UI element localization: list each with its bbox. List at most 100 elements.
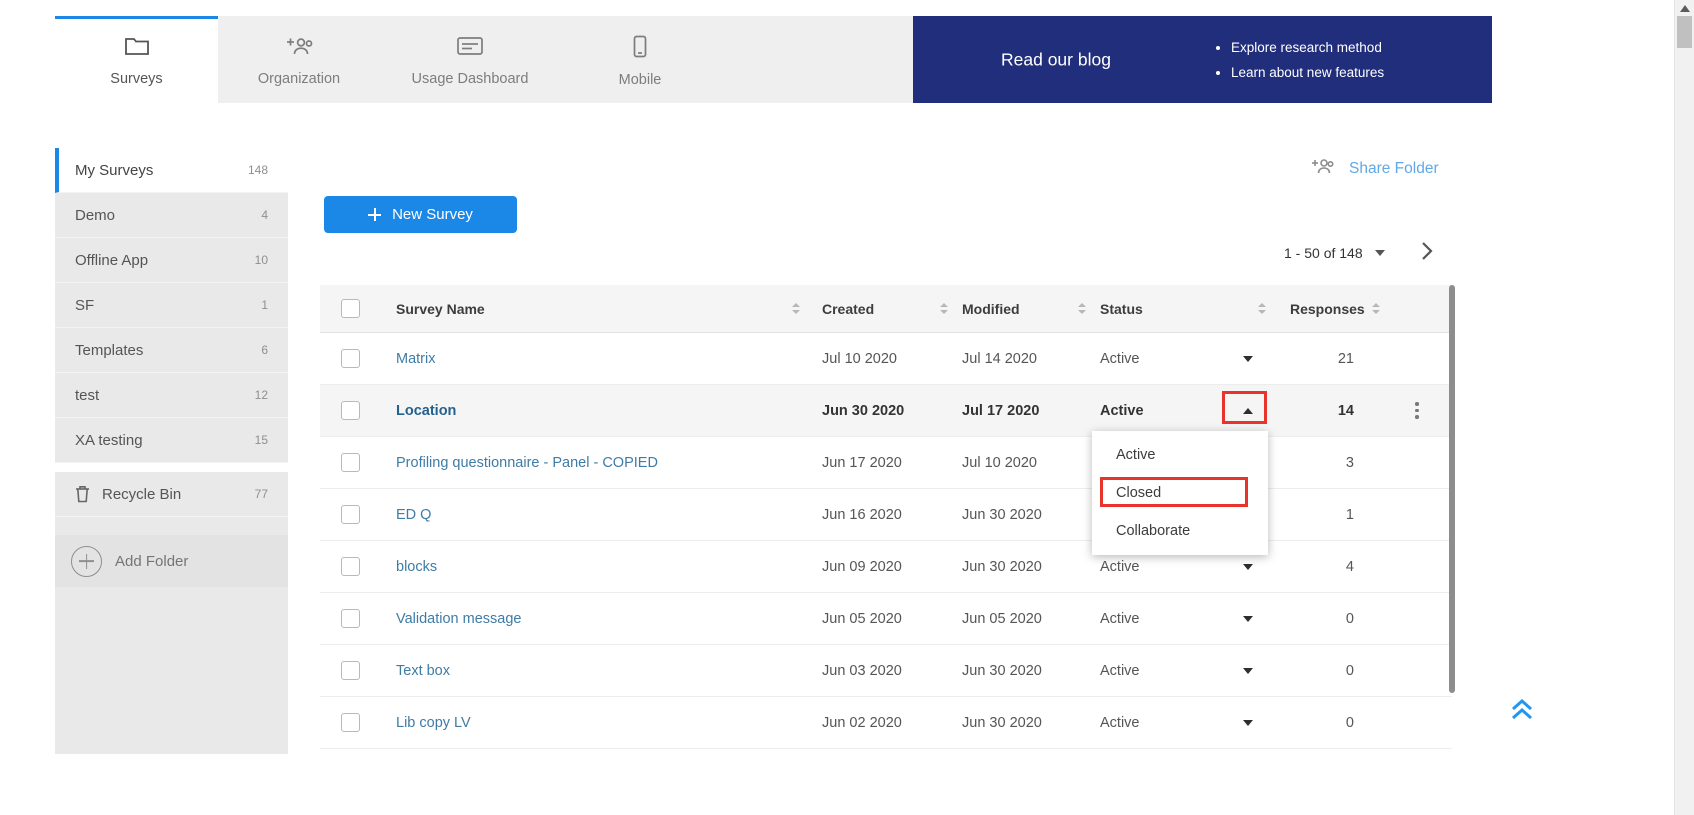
header-survey-name[interactable]: Survey Name [382,301,822,317]
recycle-bin-count: 77 [255,487,268,501]
row-checkbox[interactable] [341,401,360,420]
tab-organization[interactable]: Organization [218,16,380,103]
header-label: Created [822,301,874,317]
table-row: Lib copy LV Jun 02 2020 Jun 30 2020 Acti… [320,697,1452,749]
row-checkbox[interactable] [341,349,360,368]
plus-circle-icon [71,546,102,577]
folder-count: 15 [255,433,268,447]
next-page-button[interactable] [1420,240,1434,262]
new-survey-button[interactable]: New Survey [324,196,517,233]
survey-name-link[interactable]: Text box [396,663,450,679]
survey-name-link[interactable]: ED Q [396,507,431,523]
status-caret-open-icon[interactable] [1239,404,1257,418]
status-option-active[interactable]: Active [1092,436,1268,474]
folder-count: 6 [261,343,268,357]
nav-tabs: Surveys Organization [55,16,913,103]
table-row: blocks Jun 09 2020 Jun 30 2020 Active 4 [320,541,1452,593]
modified-cell: Jun 30 2020 [962,559,1100,575]
created-cell: Jun 03 2020 [822,663,962,679]
sidebar-item-templates[interactable]: Templates 6 [55,328,288,373]
pagination-caret-icon[interactable] [1375,250,1385,256]
survey-name-link[interactable]: Validation message [396,611,521,627]
created-cell: Jul 10 2020 [822,351,962,367]
responses-cell: 0 [1272,715,1382,731]
banner-bullet-list: Explore research method Learn about new … [1213,35,1384,85]
blog-banner[interactable]: Read our blog Explore research method Le… [913,16,1492,103]
banner-bullet: Explore research method [1231,35,1384,60]
created-cell: Jun 05 2020 [822,611,962,627]
sidebar-item-offline-app[interactable]: Offline App 10 [55,238,288,283]
tab-mobile-label: Mobile [619,72,662,88]
status-caret-icon[interactable] [1239,716,1257,730]
tab-usage-dashboard[interactable]: Usage Dashboard [380,16,560,103]
header-modified[interactable]: Modified [962,301,1100,317]
sort-icon[interactable] [940,303,948,314]
tab-mobile[interactable]: Mobile [560,16,720,103]
status-value: Active [1100,559,1140,575]
responses-cell: 4 [1272,559,1382,575]
table-scrollbar-thumb[interactable] [1449,285,1455,693]
created-cell: Jun 17 2020 [822,455,962,471]
tab-organization-label: Organization [258,71,340,87]
status-caret-icon[interactable] [1239,612,1257,626]
status-caret-icon[interactable] [1239,352,1257,366]
survey-name-link[interactable]: Profiling questionnaire - Panel - COPIED [396,455,658,471]
status-caret-icon[interactable] [1239,664,1257,678]
table-row: Matrix Jul 10 2020 Jul 14 2020 Active 21 [320,333,1452,385]
survey-name-link[interactable]: Location [396,403,456,419]
modified-cell: Jul 14 2020 [962,351,1100,367]
modified-cell: Jul 17 2020 [962,403,1100,419]
dashboard-icon [456,35,484,62]
add-folder-label: Add Folder [115,553,188,570]
page-scrollbar[interactable] [1674,0,1694,815]
sort-icon[interactable] [792,303,800,314]
survey-name-link[interactable]: Lib copy LV [396,715,471,731]
survey-name-link[interactable]: Matrix [396,351,435,367]
page-scrollbar-thumb[interactable] [1677,16,1692,48]
sidebar-item-xa-testing[interactable]: XA testing 15 [55,418,288,463]
survey-name-link[interactable]: blocks [396,559,437,575]
status-value: Active [1100,663,1140,679]
header-label: Survey Name [396,301,485,317]
status-value: Active [1100,351,1140,367]
row-checkbox[interactable] [341,505,360,524]
sort-icon[interactable] [1078,303,1086,314]
sidebar-item-recycle-bin[interactable]: Recycle Bin 77 [55,472,288,517]
table-row: Validation message Jun 05 2020 Jun 05 20… [320,593,1452,645]
header-responses[interactable]: Responses [1272,301,1382,317]
surveys-dashboard-page: Surveys Organization [0,0,1694,815]
sort-icon[interactable] [1372,303,1380,314]
status-option-collaborate[interactable]: Collaborate [1092,512,1268,550]
select-all-checkbox[interactable] [341,299,360,318]
header-label: Responses [1290,301,1365,317]
folder-count: 148 [248,163,268,177]
sidebar-item-test[interactable]: test 12 [55,373,288,418]
sidebar-item-sf[interactable]: SF 1 [55,283,288,328]
header-created[interactable]: Created [822,301,962,317]
row-checkbox[interactable] [341,557,360,576]
tab-surveys[interactable]: Surveys [55,16,218,103]
header-status[interactable]: Status [1100,301,1272,317]
status-value: Active [1100,403,1144,419]
pagination-range: 1 - 50 of 148 [1284,245,1363,261]
status-option-closed[interactable]: Closed [1092,474,1268,512]
row-checkbox[interactable] [341,713,360,732]
status-caret-icon[interactable] [1239,560,1257,574]
scrollbar-up-arrow-icon[interactable] [1680,5,1690,12]
row-checkbox[interactable] [341,609,360,628]
row-checkbox[interactable] [341,453,360,472]
scroll-to-top-icon[interactable] [1506,696,1538,722]
share-folder-button[interactable]: Share Folder [1310,157,1439,180]
sidebar-item-my-surveys[interactable]: My Surveys 148 [55,148,288,193]
row-checkbox[interactable] [341,661,360,680]
share-person-icon [1310,157,1334,180]
sidebar-divider [55,463,288,472]
row-menu-kebab-icon[interactable] [1411,398,1423,423]
table-row: Profiling questionnaire - Panel - COPIED… [320,437,1452,489]
sort-icon[interactable] [1258,303,1266,314]
folder-label: Templates [75,342,143,359]
status-value: Active [1100,611,1140,627]
add-folder-button[interactable]: Add Folder [55,535,288,587]
sidebar-item-demo[interactable]: Demo 4 [55,193,288,238]
responses-cell: 21 [1272,351,1382,367]
